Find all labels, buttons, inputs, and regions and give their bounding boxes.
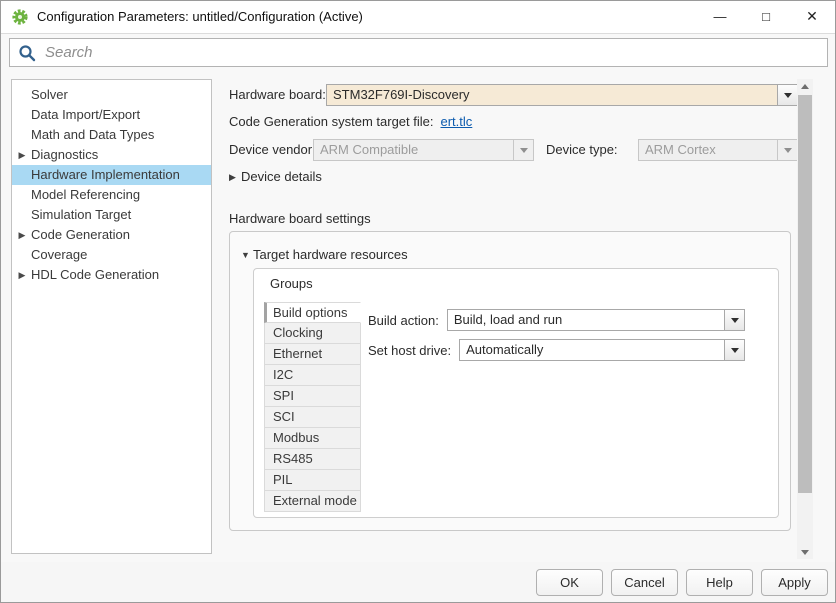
help-button[interactable]: Help: [686, 569, 753, 596]
apply-button[interactable]: Apply: [761, 569, 828, 596]
hardware-board-label: Hardware board:: [229, 87, 326, 102]
maximize-button[interactable]: □: [743, 1, 789, 32]
chevron-right-icon: ▶: [15, 225, 29, 245]
sidebar-item-label: Solver: [31, 87, 68, 102]
device-type-dropdown-button: [777, 140, 797, 160]
scroll-up-button[interactable]: [797, 79, 813, 93]
configuration-parameters-dialog: Configuration Parameters: untitled/Confi…: [0, 0, 836, 603]
chevron-down-icon: [801, 550, 809, 555]
simulink-settings-icon: [11, 8, 29, 26]
chevron-down-icon: [784, 148, 792, 153]
sidebar-item-label: Model Referencing: [31, 187, 140, 202]
group-item-ethernet[interactable]: Ethernet: [264, 344, 361, 365]
target-file-row: Code Generation system target file: ert.t…: [229, 114, 472, 129]
sidebar-item-diagnostics[interactable]: ▶Diagnostics: [12, 145, 211, 165]
device-details-label: Device details: [241, 169, 322, 184]
window-title: Configuration Parameters: untitled/Confi…: [37, 1, 363, 32]
sidebar-item-label: Diagnostics: [31, 147, 98, 162]
device-type-label: Device type:: [546, 142, 618, 157]
sidebar-item-model-referencing[interactable]: Model Referencing: [12, 185, 211, 205]
sidebar-item-hdl-code-generation[interactable]: ▶HDL Code Generation: [12, 265, 211, 285]
build-action-label: Build action:: [368, 313, 439, 328]
build-action-dropdown-button[interactable]: [724, 310, 744, 330]
sidebar-item-label: Coverage: [31, 247, 87, 262]
group-item-sci[interactable]: SCI: [264, 407, 361, 428]
sidebar-item-label: Math and Data Types: [31, 127, 154, 142]
chevron-right-icon: ▶: [229, 172, 241, 183]
sidebar-item-code-generation[interactable]: ▶Code Generation: [12, 225, 211, 245]
sidebar-item-hardware-implementation[interactable]: Hardware Implementation: [12, 165, 211, 185]
sidebar-tree: Solver Data Import/Export Math and Data Ty…: [11, 79, 212, 554]
group-item-modbus[interactable]: Modbus: [264, 428, 361, 449]
sidebar-item-label: Hardware Implementation: [31, 167, 180, 182]
groups-label: Groups: [270, 276, 313, 291]
ok-button[interactable]: OK: [536, 569, 603, 596]
search-icon: [18, 44, 36, 62]
set-host-drive-dropdown-button[interactable]: [724, 340, 744, 360]
build-action-row: Build action: Build, load and run: [368, 309, 745, 331]
scroll-down-button[interactable]: [797, 545, 813, 559]
set-host-drive-value: Automatically: [460, 340, 724, 360]
group-item-rs485[interactable]: RS485: [264, 449, 361, 470]
chevron-down-icon: [731, 348, 739, 353]
target-file-label: Code Generation system target file:: [229, 114, 434, 129]
chevron-down-icon: ▼: [241, 250, 253, 260]
group-item-external-mode[interactable]: External mode: [264, 491, 361, 512]
sidebar-item-data-import-export[interactable]: Data Import/Export: [12, 105, 211, 125]
group-item-clocking[interactable]: Clocking: [264, 323, 361, 344]
target-hardware-resources-expander[interactable]: ▼Target hardware resources: [241, 247, 408, 262]
device-vendor-dropdown-button: [513, 140, 533, 160]
device-vendor-combo: ARM Compatible: [313, 139, 534, 161]
chevron-up-icon: [801, 84, 809, 89]
sidebar-item-label: Code Generation: [31, 227, 130, 242]
device-vendor-value: ARM Compatible: [314, 140, 513, 160]
chevron-right-icon: ▶: [15, 265, 29, 285]
sidebar-item-math-and-data-types[interactable]: Math and Data Types: [12, 125, 211, 145]
search-bar: [9, 38, 828, 67]
target-hardware-resources-panel: Groups Build optionsClockingEthernetI2CS…: [253, 268, 779, 518]
sidebar-item-label: Data Import/Export: [31, 107, 140, 122]
sidebar-item-label: HDL Code Generation: [31, 267, 159, 282]
close-button[interactable]: ✕: [789, 1, 835, 32]
group-item-i2c[interactable]: I2C: [264, 365, 361, 386]
build-action-combo[interactable]: Build, load and run: [447, 309, 745, 331]
device-details-expander[interactable]: ▶Device details: [229, 169, 322, 184]
window-controls: — □ ✕: [697, 1, 835, 32]
scrollbar-thumb[interactable]: [798, 95, 812, 493]
hardware-board-value: STM32F769I-Discovery: [327, 85, 777, 105]
board-settings-title: Hardware board settings: [229, 211, 371, 226]
group-item-spi[interactable]: SPI: [264, 386, 361, 407]
sidebar-item-simulation-target[interactable]: Simulation Target: [12, 205, 211, 225]
set-host-drive-combo[interactable]: Automatically: [459, 339, 745, 361]
chevron-right-icon: ▶: [15, 145, 29, 165]
chevron-down-icon: [784, 93, 792, 98]
sidebar-item-coverage[interactable]: Coverage: [12, 245, 211, 265]
cancel-button[interactable]: Cancel: [611, 569, 678, 596]
sidebar-item-label: Simulation Target: [31, 207, 131, 222]
group-item-build-options[interactable]: Build options: [264, 302, 361, 323]
chevron-down-icon: [731, 318, 739, 323]
chevron-down-icon: [520, 148, 528, 153]
footer-button-bar: OK Cancel Help Apply: [1, 562, 835, 602]
sidebar-item-solver[interactable]: Solver: [12, 85, 211, 105]
title-bar: Configuration Parameters: untitled/Confi…: [1, 1, 835, 34]
vertical-scrollbar[interactable]: [797, 79, 813, 559]
target-file-link[interactable]: ert.tlc: [441, 114, 473, 129]
hardware-board-dropdown-button[interactable]: [777, 85, 797, 105]
set-host-drive-label: Set host drive:: [368, 343, 451, 358]
hardware-board-combo[interactable]: STM32F769I-Discovery: [326, 84, 798, 106]
minimize-button[interactable]: —: [697, 1, 743, 32]
set-host-drive-row: Set host drive: Automatically: [368, 339, 745, 361]
target-hardware-resources-label: Target hardware resources: [253, 247, 408, 262]
search-input[interactable]: [43, 43, 819, 62]
device-type-value: ARM Cortex: [639, 140, 777, 160]
build-action-value: Build, load and run: [448, 310, 724, 330]
group-item-pil[interactable]: PIL: [264, 470, 361, 491]
device-vendor-label: Device vendor:: [229, 142, 316, 157]
groups-list: Build optionsClockingEthernetI2CSPISCIMo…: [264, 302, 361, 512]
device-type-combo: ARM Cortex: [638, 139, 798, 161]
group-settings: Build action: Build, load and run Set host…: [368, 309, 745, 369]
